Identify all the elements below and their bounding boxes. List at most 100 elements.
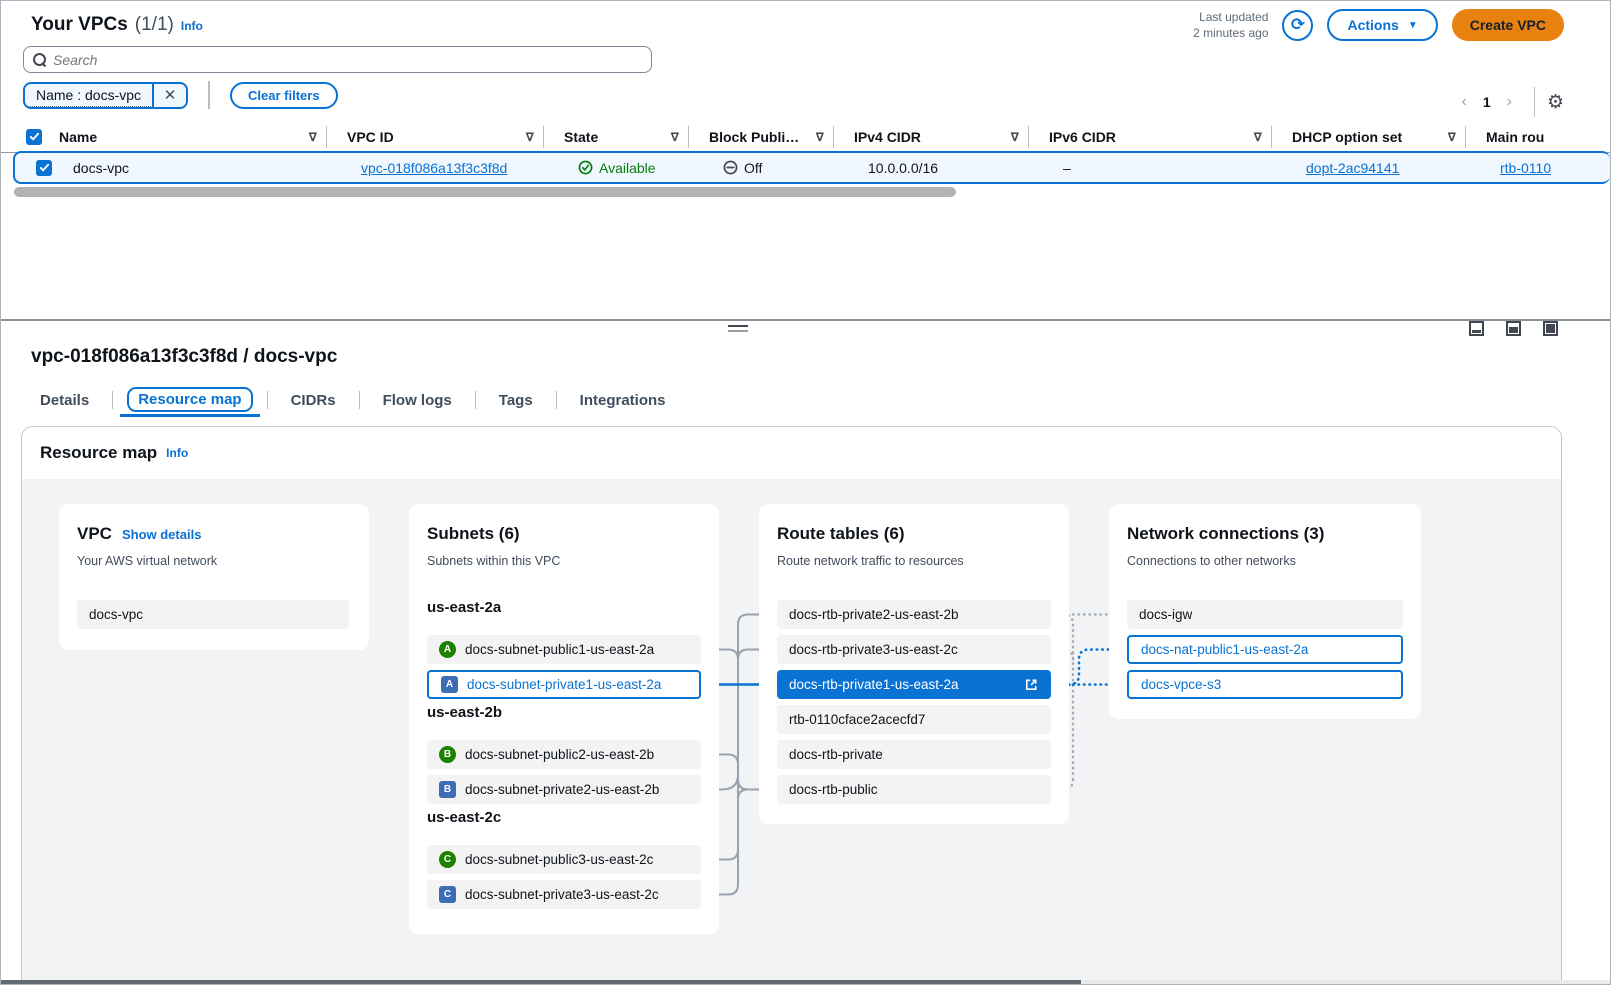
info-link[interactable]: Info [166, 446, 188, 460]
detail-tabs: Details Resource map CIDRs Flow logs Tag… [31, 385, 675, 415]
column-header-vpc-id[interactable]: VPC ID ∇ [327, 121, 544, 152]
vpc-card-title: VPC [77, 524, 112, 544]
panel-full-icon[interactable] [1543, 321, 1558, 336]
filter-funnel-icon[interactable]: ∇ [671, 130, 679, 144]
route-tables-card-description: Route network traffic to resources [777, 554, 964, 568]
external-link-icon[interactable] [1024, 677, 1039, 692]
horizontal-scrollbar[interactable] [14, 187, 956, 197]
column-header-state[interactable]: State ∇ [544, 121, 689, 152]
network-connections-card-title: Network connections (3) [1127, 524, 1324, 544]
route-table-node-selected[interactable]: docs-rtb-private1-us-east-2a [777, 670, 1051, 699]
row-checkbox[interactable] [36, 160, 52, 176]
divider [359, 391, 360, 409]
tab-details[interactable]: Details [31, 389, 98, 412]
dhcp-option-set-link[interactable]: dopt-2ac94141 [1306, 160, 1399, 176]
check-icon [29, 131, 40, 142]
show-details-link[interactable]: Show details [122, 527, 201, 542]
route-table-node[interactable]: docs-rtb-private [777, 740, 1051, 769]
column-header-ipv4-cidr[interactable]: IPv4 CIDR ∇ [834, 121, 1029, 152]
subnet-node-private3[interactable]: C docs-subnet-private3-us-east-2c [427, 880, 701, 909]
page-title-count: (1/1) [135, 14, 174, 36]
vpc-list-panel: Your VPCs (1/1) Info Last updated 2 minu… [1, 1, 1611, 319]
page-number[interactable]: 1 [1477, 94, 1497, 110]
column-header-block-public[interactable]: Block Public... ∇ [689, 121, 834, 152]
search-icon [33, 53, 46, 66]
connection-node-vpce[interactable]: docs-vpce-s3 [1127, 670, 1403, 699]
divider [556, 391, 557, 409]
filter-token[interactable]: Name : docs-vpc ✕ [23, 82, 188, 109]
cell-state: Available [558, 160, 703, 176]
panel-small-icon[interactable] [1469, 321, 1484, 336]
main-route-link[interactable]: rtb-0110 [1500, 160, 1551, 176]
filter-funnel-icon[interactable]: ∇ [526, 130, 534, 144]
remove-filter-button[interactable]: ✕ [152, 84, 186, 107]
header-actions: Last updated 2 minutes ago ⟳ Actions ▼ C… [1193, 9, 1564, 41]
column-header-dhcp-option-set[interactable]: DHCP option set ∇ [1272, 121, 1466, 152]
cell-dhcp-option-set: dopt-2ac94141 [1286, 160, 1480, 176]
resource-map-panel: Resource map Info [21, 426, 1562, 985]
select-all-cell [1, 121, 39, 152]
prev-page-button[interactable]: ‹ [1452, 93, 1477, 111]
subnet-public-badge: B [439, 746, 456, 763]
tab-flow-logs[interactable]: Flow logs [374, 389, 461, 412]
vpc-card-description: Your AWS virtual network [77, 554, 217, 568]
search-box [23, 46, 652, 73]
gear-icon[interactable]: ⚙ [1547, 91, 1564, 114]
connection-node-nat[interactable]: docs-nat-public1-us-east-2a [1127, 635, 1403, 664]
search-input[interactable] [53, 52, 642, 68]
pagination: ‹ 1 › ⚙ [1452, 87, 1565, 117]
table-row[interactable]: docs-vpc vpc-018f086a13f3c3f8d Available… [13, 151, 1610, 184]
tab-underline [120, 414, 259, 417]
subnet-node-public1[interactable]: A docs-subnet-public1-us-east-2a [427, 635, 701, 664]
panel-size-controls [1469, 321, 1558, 336]
divider [267, 391, 268, 409]
column-header-name[interactable]: Name ∇ [39, 121, 327, 152]
cell-ipv6-cidr: – [1043, 160, 1286, 176]
subnet-node-private1-selected[interactable]: A docs-subnet-private1-us-east-2a [427, 670, 701, 699]
tab-tags[interactable]: Tags [490, 389, 542, 412]
vpc-id-link[interactable]: vpc-018f086a13f3c3f8d [361, 160, 507, 176]
divider [112, 391, 113, 409]
bottom-scrollbar[interactable] [1, 980, 1611, 984]
filter-funnel-icon[interactable]: ∇ [1254, 130, 1262, 144]
page-title: Your VPCs (1/1) Info [31, 14, 203, 36]
column-header-ipv6-cidr[interactable]: IPv6 CIDR ∇ [1029, 121, 1272, 152]
divider [475, 391, 476, 409]
divider [208, 81, 210, 109]
info-link[interactable]: Info [181, 19, 203, 33]
status-off-icon [723, 160, 738, 175]
route-table-node[interactable]: docs-rtb-public [777, 775, 1051, 804]
column-header-main-route[interactable]: Main rou [1466, 121, 1596, 152]
subnet-node-public3[interactable]: C docs-subnet-public3-us-east-2c [427, 845, 701, 874]
clear-filters-button[interactable]: Clear filters [230, 82, 338, 109]
tab-resource-map[interactable]: Resource map [127, 391, 252, 409]
detail-title: vpc-018f086a13f3c3f8d / docs-vpc [31, 346, 337, 368]
vpc-node[interactable]: docs-vpc [77, 600, 349, 629]
subnet-node-public2[interactable]: B docs-subnet-public2-us-east-2b [427, 740, 701, 769]
route-table-node[interactable]: docs-rtb-private2-us-east-2b [777, 600, 1051, 629]
subnet-node-private2[interactable]: B docs-subnet-private2-us-east-2b [427, 775, 701, 804]
subnets-card-title: Subnets (6) [427, 524, 520, 544]
tab-integrations[interactable]: Integrations [571, 389, 675, 412]
next-page-button[interactable]: › [1497, 93, 1522, 111]
route-table-node[interactable]: rtb-0110cface2acecfd7 [777, 705, 1051, 734]
chevron-down-icon: ▼ [1408, 20, 1418, 31]
table-header: Name ∇ VPC ID ∇ State ∇ Block Public... … [1, 121, 1611, 153]
route-table-node[interactable]: docs-rtb-private3-us-east-2c [777, 635, 1051, 664]
tab-cidrs[interactable]: CIDRs [282, 389, 345, 412]
split-drag-handle[interactable] [728, 325, 748, 335]
refresh-button[interactable]: ⟳ [1282, 10, 1313, 41]
create-vpc-button[interactable]: Create VPC [1452, 9, 1564, 41]
az-label: us-east-2c [427, 809, 501, 826]
subnets-card: Subnets (6) Subnets within this VPC us-e… [409, 504, 719, 934]
filter-funnel-icon[interactable]: ∇ [816, 130, 824, 144]
actions-button[interactable]: Actions ▼ [1327, 9, 1437, 41]
panel-half-icon[interactable] [1506, 321, 1521, 336]
connection-node-igw[interactable]: docs-igw [1127, 600, 1403, 629]
filter-funnel-icon[interactable]: ∇ [309, 130, 317, 144]
filter-funnel-icon[interactable]: ∇ [1448, 130, 1456, 144]
filter-funnel-icon[interactable]: ∇ [1011, 130, 1019, 144]
refresh-icon: ⟳ [1291, 15, 1305, 35]
subnets-card-description: Subnets within this VPC [427, 554, 560, 568]
network-connections-card: Network connections (3) Connections to o… [1109, 504, 1421, 719]
